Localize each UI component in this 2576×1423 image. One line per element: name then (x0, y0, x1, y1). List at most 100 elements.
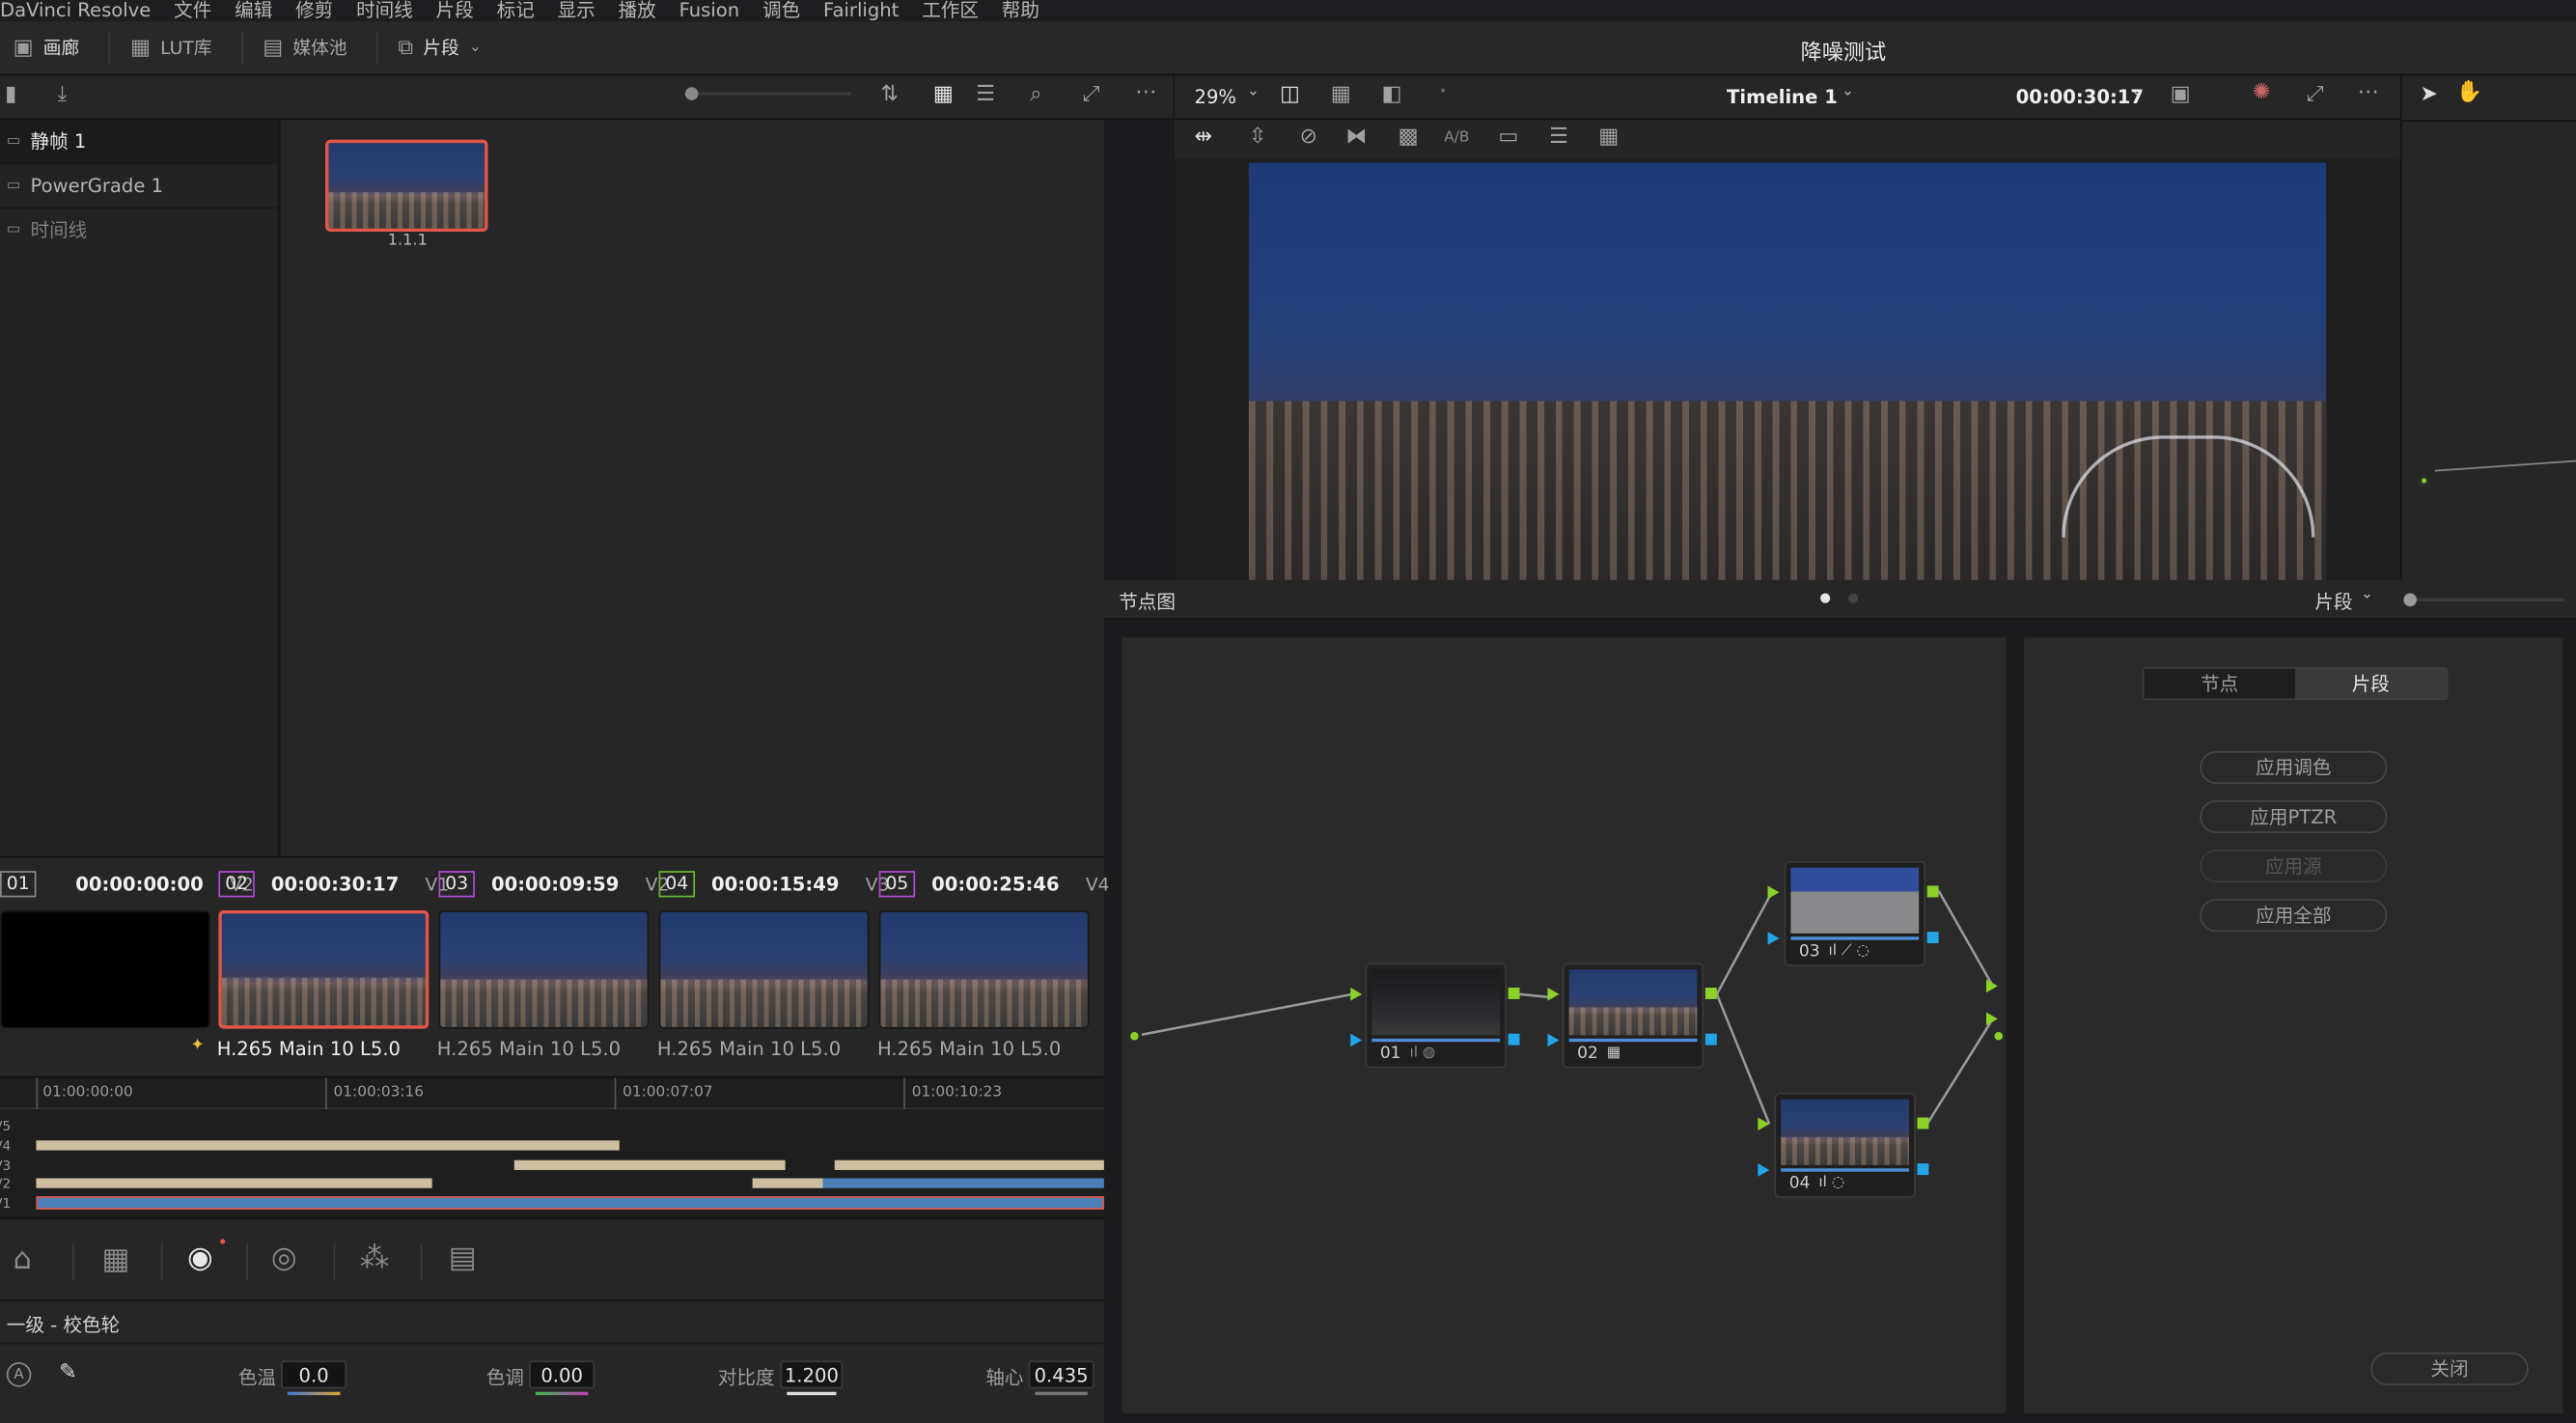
more-options-icon[interactable]: ⋯ (2358, 80, 2379, 105)
node-01[interactable]: 01 ıl ◍ (1365, 963, 1507, 1069)
menu-edit[interactable]: 编辑 (235, 0, 272, 20)
node-04[interactable]: 04 ıl ◌ (1774, 1092, 1916, 1198)
chevron-down-icon[interactable]: ⌄ (2361, 587, 2373, 603)
expand-icon[interactable]: ⤢ (1083, 82, 1100, 107)
menu-fusion[interactable]: Fusion (679, 0, 740, 20)
more-options-icon[interactable]: ⋯ (1135, 80, 1156, 105)
node-03[interactable]: 03 ıl ⟋ ◌ (1784, 860, 1925, 966)
viewer-timecode[interactable]: 00:00:30:17 (2016, 86, 2144, 109)
checker-icon[interactable]: ▩ (1399, 125, 1419, 150)
flip-vertical-icon[interactable]: ⇳ (1249, 125, 1267, 150)
split-screen-icon[interactable]: ▦ (1331, 82, 1351, 107)
node-input-blue[interactable] (1547, 1033, 1560, 1047)
menu-fairlight[interactable]: Fairlight (823, 0, 899, 20)
wipe-icon[interactable]: ◧ (1382, 82, 1402, 107)
clips-button[interactable]: ⧉ 片段 ⌄ (398, 35, 482, 61)
clip-thumbnail-01[interactable] (0, 910, 210, 1029)
hand-icon[interactable]: ✋ (2456, 80, 2483, 105)
album-powergrade[interactable]: ▭ PowerGrade 1 (0, 164, 278, 209)
single-viewer-icon[interactable]: ◫ (1280, 82, 1300, 107)
node-input-blue[interactable] (1758, 1163, 1770, 1177)
album-stills[interactable]: ▭ 静帧 1 (0, 120, 278, 165)
node-output-green[interactable] (1926, 885, 1939, 898)
node-output-port[interactable] (2418, 474, 2430, 487)
color-match-icon[interactable]: ▦ (102, 1242, 130, 1277)
clip-thumbnail-03[interactable] (438, 910, 650, 1029)
clip-bar-v3[interactable] (513, 1159, 786, 1170)
zoom-level[interactable]: 29% (1194, 86, 1236, 109)
page-dot-active[interactable] (1820, 593, 1831, 603)
lut-button[interactable]: ▦ LUT库 (130, 35, 212, 61)
fullscreen-icon[interactable]: ⤢ (2307, 82, 2324, 107)
highlight-icon[interactable]: ⊘ (1299, 125, 1317, 150)
clip-bar-v3[interactable] (834, 1159, 1104, 1170)
node-mode-dropdown[interactable]: 片段 (2314, 588, 2352, 614)
menu-workspace[interactable]: 工作区 (922, 0, 979, 20)
viewer-image[interactable] (1248, 162, 2327, 580)
download-icon[interactable]: ⤓ (58, 82, 68, 107)
menu-playback[interactable]: 播放 (619, 0, 656, 20)
node-graph-canvas[interactable]: 01 ıl ◍ 02 ▦ 03 ıl ⟋ ◌ 04 ıl ◌ (1120, 635, 2008, 1415)
chevron-down-icon[interactable]: ⌄ (2131, 84, 2144, 100)
clip-thumbnail-04[interactable] (658, 910, 870, 1029)
node-output-blue[interactable] (1917, 1163, 1929, 1176)
node-output-blue[interactable] (1508, 1033, 1520, 1046)
node-input-blue[interactable] (1767, 932, 1780, 945)
still-thumbnail[interactable] (325, 139, 488, 233)
zoom-slider-handle[interactable] (2403, 593, 2417, 607)
menu-mark[interactable]: 标记 (497, 0, 535, 20)
timeline-name[interactable]: Timeline 1 (1727, 86, 1838, 109)
apply-source-button[interactable]: 应用源 (2200, 850, 2388, 883)
clip-thumbnail-05[interactable] (878, 910, 1090, 1029)
node-input-green[interactable] (1350, 988, 1363, 1001)
menu-timeline[interactable]: 时间线 (356, 0, 413, 20)
camera-raw-icon[interactable]: ⌂ (14, 1242, 32, 1277)
scope-icon[interactable]: ☰ (1549, 125, 1568, 150)
color-wheel-icon[interactable]: ✺ (2253, 80, 2271, 105)
chevron-down-icon[interactable]: ⌄ (1842, 84, 1854, 100)
node-output-green[interactable] (1917, 1117, 1929, 1130)
output-input-green[interactable] (1985, 1012, 1998, 1026)
timeline-ruler[interactable]: 01:00:00:00 01:00:03:16 01:00:07:07 01:0… (0, 1077, 1104, 1109)
menu-file[interactable]: 文件 (174, 0, 211, 20)
node-output-green[interactable] (1508, 988, 1520, 999)
tab-clip[interactable]: 片段 (2294, 668, 2447, 699)
menu-view[interactable]: 显示 (558, 0, 596, 20)
bypass-icon[interactable]: ⧓ (1345, 125, 1367, 150)
auto-balance-button[interactable]: A (6, 1362, 32, 1387)
close-button[interactable]: 关闭 (2370, 1352, 2529, 1385)
menu-clip[interactable]: 片段 (436, 0, 474, 20)
node-output-green[interactable] (1704, 988, 1717, 999)
slider-handle[interactable] (684, 87, 699, 100)
rgb-mixer-icon[interactable]: ⁂ (360, 1241, 390, 1275)
tint-field[interactable]: 0.00 (529, 1360, 596, 1389)
zoom-slider[interactable] (2416, 598, 2565, 602)
media-pool-button[interactable]: ▤ 媒体池 (263, 35, 346, 61)
contrast-field[interactable]: 1.200 (780, 1360, 844, 1389)
menu-app[interactable]: DaVinci Resolve (0, 0, 151, 20)
temperature-field[interactable]: 0.0 (281, 1360, 347, 1389)
album-timeline[interactable]: ▭ 时间线 (0, 209, 278, 251)
tab-nodes[interactable]: 节点 (2144, 668, 2295, 699)
clip-bar-v4[interactable] (36, 1140, 620, 1151)
node-input-green[interactable] (1758, 1117, 1770, 1131)
page-dot[interactable] (1847, 593, 1859, 603)
apply-grade-button[interactable]: 应用调色 (2200, 750, 2388, 784)
menu-trim[interactable]: 修剪 (295, 0, 333, 20)
apply-ptzr-button[interactable]: 应用PTZR (2200, 799, 2388, 834)
pivot-field[interactable]: 0.435 (1028, 1360, 1094, 1389)
clip-thumbnail-02[interactable] (218, 910, 429, 1029)
menu-color[interactable]: 调色 (762, 0, 800, 20)
node-input-green[interactable] (1547, 988, 1560, 1001)
clip-bar-v2[interactable] (36, 1178, 432, 1188)
motion-effects-icon[interactable]: ▤ (449, 1241, 477, 1275)
menu-help[interactable]: 帮助 (1002, 0, 1039, 20)
chevron-down-icon[interactable]: ⌄ (1247, 84, 1260, 100)
apply-all-button[interactable]: 应用全部 (2200, 899, 2388, 933)
output-input-green[interactable] (1985, 979, 1998, 993)
sort-icon[interactable]: ⇅ (880, 82, 899, 107)
eyedropper-icon[interactable]: ✎ (59, 1360, 77, 1385)
flip-horizontal-icon[interactable]: ⇹ (1194, 125, 1212, 150)
list-view-icon[interactable]: ☰ (976, 82, 995, 107)
clip-bar-v2[interactable] (752, 1178, 1104, 1188)
